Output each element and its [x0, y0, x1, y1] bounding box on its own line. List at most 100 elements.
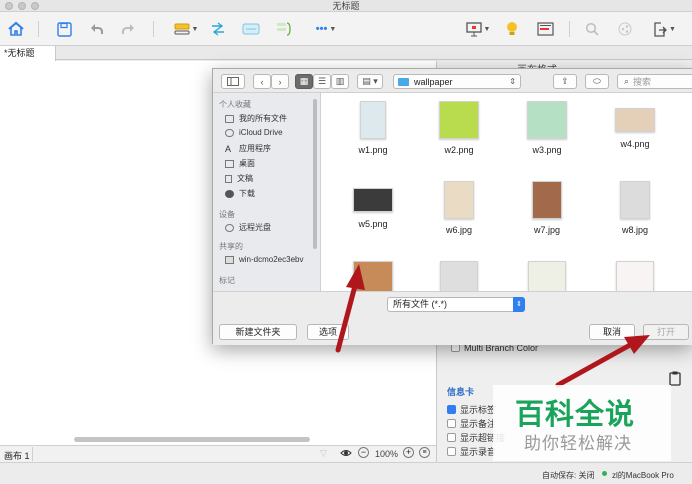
info-card-title: 信息卡 — [447, 387, 475, 397]
file-thumbnail — [620, 181, 650, 219]
dialog-footer: 所有文件 (*.*) ⇕ 新建文件夹 选项 取消 打开 — [213, 291, 692, 345]
file-grid: w1.png w2.png w3.png w4.png w5.png w6.jp… — [321, 93, 692, 291]
document-tab[interactable]: *无标题 — [0, 46, 56, 61]
back-chevron-icon[interactable]: ‹ — [253, 74, 271, 89]
file-thumbnail — [527, 101, 567, 139]
forward-chevron-icon[interactable]: › — [271, 74, 289, 89]
sidebar-item-all-files[interactable]: 我的所有文件 — [225, 113, 287, 124]
file-item[interactable]: w6.jpg — [419, 181, 499, 235]
main-toolbar: ▼ ••• ▼ ▼ ▼ — [0, 12, 692, 46]
sidebar-item-icloud[interactable]: iCloud Drive — [225, 128, 283, 137]
file-item[interactable]: w8.jpg — [595, 181, 675, 235]
online-dot-icon — [602, 471, 607, 476]
sidebar-item-remote-disc[interactable]: 远程光盘 — [225, 222, 271, 233]
sheet-bar: 画布 1 ▽ − 100% + ≡ — [0, 445, 436, 462]
idea-bulb-icon[interactable] — [502, 19, 522, 39]
download-icon — [225, 189, 234, 198]
document-tab-strip: *无标题 — [0, 46, 692, 61]
filter-icon[interactable]: ▽ — [320, 448, 327, 459]
cloud-icon — [225, 128, 234, 137]
arrange-menu-icon[interactable]: ▤ ▾ — [357, 74, 383, 89]
search-field[interactable]: ⌕ 搜索 — [617, 74, 692, 89]
undo-icon[interactable] — [86, 19, 106, 39]
share-icon[interactable] — [615, 19, 635, 39]
zoom-search-icon[interactable] — [582, 19, 602, 39]
icon-view-icon[interactable]: ▦ — [295, 74, 313, 89]
relationship-icon[interactable] — [208, 19, 228, 39]
share-sheet-icon[interactable]: ⇪ — [553, 74, 577, 89]
open-button[interactable]: 打开 — [643, 324, 689, 340]
zoom-level: 100% — [375, 449, 399, 459]
info-item-labels[interactable]: 显示标签 — [447, 403, 496, 416]
list-view-icon[interactable]: ☰ — [313, 74, 331, 89]
sidebar-toggle-icon[interactable] — [221, 74, 245, 89]
file-item[interactable]: w2.png — [419, 101, 499, 155]
file-item[interactable] — [507, 261, 587, 291]
file-item[interactable] — [595, 261, 675, 291]
horizontal-scrollbar[interactable] — [74, 437, 310, 442]
info-labels-checkbox[interactable] — [447, 405, 456, 414]
sidebar-item-downloads[interactable]: 下载 — [225, 188, 255, 199]
save-icon[interactable] — [54, 19, 74, 39]
boundary-icon[interactable] — [240, 19, 262, 39]
options-button[interactable]: 选项 — [307, 324, 349, 340]
watermark-logo: 百科全说 助你轻松解决 — [493, 385, 671, 461]
eye-icon[interactable] — [340, 447, 352, 461]
presentation-icon[interactable]: ▼ — [462, 19, 494, 39]
file-item[interactable] — [333, 261, 413, 291]
zoom-out-button[interactable]: − — [358, 447, 369, 458]
status-bar: 自动保存: 关闭 zl的MacBook Pro — [0, 462, 692, 484]
popup-arrows-icon: ⇕ — [513, 297, 525, 312]
tag-icon[interactable]: ⬭ — [585, 74, 609, 89]
more-button[interactable]: ••• ▼ — [310, 19, 342, 39]
home-icon[interactable] — [6, 19, 26, 39]
location-popup[interactable]: wallpaper ⇕ — [393, 74, 521, 89]
all-files-icon — [225, 114, 234, 123]
column-view-icon[interactable]: ▥ — [331, 74, 349, 89]
redo-icon[interactable] — [118, 19, 138, 39]
file-item[interactable]: w3.png — [507, 101, 587, 155]
window-title: 无标题 — [332, 1, 360, 11]
file-item[interactable]: w7.jpg — [507, 181, 587, 235]
topic-style-icon[interactable]: ▼ — [170, 19, 202, 39]
autosave-status: 自动保存: 关闭 — [542, 471, 595, 480]
file-thumbnail — [532, 181, 562, 219]
new-folder-button[interactable]: 新建文件夹 — [219, 324, 297, 340]
zoom-in-button[interactable]: + — [403, 447, 414, 458]
info-audio-checkbox[interactable] — [447, 447, 456, 456]
computer-icon — [225, 255, 234, 264]
file-thumbnail — [440, 261, 478, 291]
file-type-filter[interactable]: 所有文件 (*.*) ⇕ — [387, 297, 525, 312]
cancel-button[interactable]: 取消 — [589, 324, 635, 340]
file-thumbnail — [615, 108, 655, 132]
file-thumbnail — [353, 261, 393, 291]
sidebar-item-shared-pc[interactable]: win-dcmo2ec3ebv — [225, 255, 303, 264]
info-notes-checkbox[interactable] — [447, 419, 456, 428]
shared-header: 共享的 — [219, 242, 243, 251]
info-item-notes[interactable]: 显示备注 — [447, 417, 496, 430]
sidebar-item-documents[interactable]: 文稿 — [225, 173, 253, 184]
file-item[interactable]: w5.png — [333, 181, 413, 229]
file-thumbnail — [444, 181, 474, 219]
outliner-icon[interactable] — [534, 19, 556, 39]
info-item-audio[interactable]: 显示录音 — [447, 445, 496, 458]
sidebar-item-applications[interactable]: A 应用程序 — [225, 143, 271, 154]
summary-icon[interactable] — [274, 19, 294, 39]
sidebar-item-desktop[interactable]: 桌面 — [225, 158, 255, 169]
file-thumbnail — [360, 101, 386, 139]
file-item[interactable]: w4.png — [595, 101, 675, 149]
folder-icon — [398, 77, 409, 86]
export-icon[interactable]: ▼ — [648, 19, 680, 39]
clipboard-icon[interactable] — [669, 371, 683, 387]
file-item[interactable] — [419, 261, 499, 291]
open-file-dialog: ‹ › ▦ ☰ ▥ ▤ ▾ wallpaper ⇕ ⇪ ⬭ ⌕ 搜索 个人收藏 … — [212, 68, 692, 345]
tags-header: 标记 — [219, 276, 235, 285]
sidebar-scrollbar[interactable] — [313, 99, 317, 249]
info-links-checkbox[interactable] — [447, 433, 456, 442]
file-item[interactable]: w1.png — [333, 101, 413, 155]
fit-view-icon[interactable]: ≡ — [419, 447, 430, 458]
sheet-tab[interactable]: 画布 1 — [4, 449, 30, 462]
search-icon: ⌕ — [624, 76, 630, 86]
title-bar: 无标题 — [0, 0, 692, 12]
file-thumbnail — [528, 261, 566, 291]
